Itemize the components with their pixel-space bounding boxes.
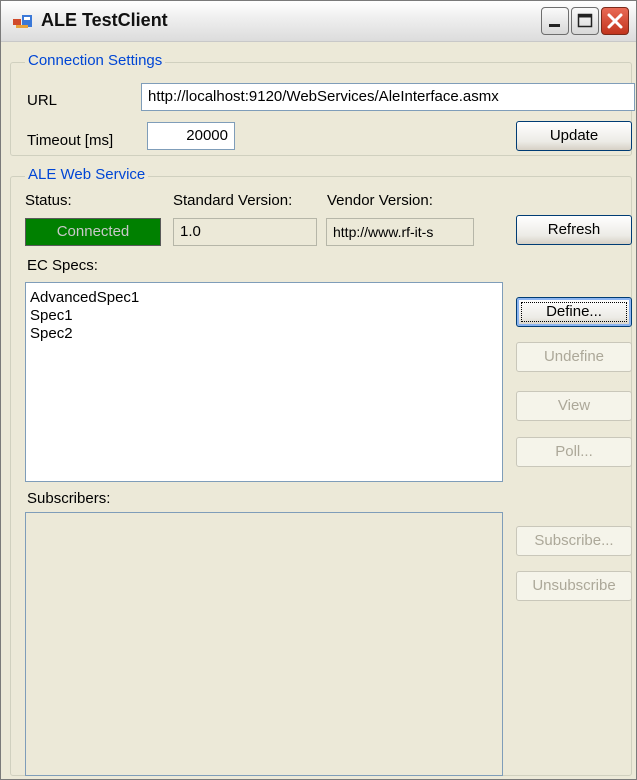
window-title: ALE TestClient (41, 10, 168, 30)
close-icon (607, 13, 623, 29)
focus-ring (521, 302, 627, 322)
subscribe-button[interactable]: Subscribe... (516, 526, 632, 556)
view-button[interactable]: View (516, 391, 632, 421)
minimize-icon (549, 24, 560, 27)
undefine-button[interactable]: Undefine (516, 342, 632, 372)
refresh-button[interactable]: Refresh (516, 215, 632, 245)
ec-specs-label: EC Specs: (27, 257, 98, 274)
subscribers-list[interactable] (25, 512, 503, 776)
timeout-field[interactable]: 20000 (147, 122, 235, 150)
client-area: Connection Settings URL http://localhost… (1, 42, 636, 779)
define-button[interactable]: Define... (516, 297, 632, 327)
unsubscribe-button[interactable]: Unsubscribe (516, 571, 632, 601)
standard-version-label: Standard Version: (173, 192, 293, 209)
timeout-label: Timeout [ms] (27, 132, 114, 149)
list-item[interactable]: Spec1 (30, 307, 498, 325)
app-icon (13, 15, 32, 28)
url-field[interactable]: http://localhost:9120/WebServices/AleInt… (141, 83, 635, 111)
maximize-button[interactable] (571, 7, 599, 35)
poll-button[interactable]: Poll... (516, 437, 632, 467)
ec-specs-list[interactable]: AdvancedSpec1 Spec1 Spec2 (25, 282, 503, 482)
vendor-version-label: Vendor Version: (327, 192, 433, 209)
maximize-icon (577, 13, 593, 28)
close-button[interactable] (601, 7, 629, 35)
subscribers-label: Subscribers: (27, 490, 111, 507)
standard-version-field: 1.0 (173, 218, 317, 246)
list-item[interactable]: AdvancedSpec1 (30, 289, 498, 307)
vendor-version-field: http://www.rf-it-s (326, 218, 474, 246)
main-window: ALE TestClient Connection Settings URL h… (0, 0, 637, 780)
list-item[interactable]: Spec2 (30, 325, 498, 343)
status-label: Status: (25, 192, 72, 209)
update-button[interactable]: Update (516, 121, 632, 151)
ale-web-service-legend: ALE Web Service (25, 166, 149, 184)
status-indicator: Connected (25, 218, 161, 246)
connection-settings-legend: Connection Settings (25, 52, 166, 70)
url-label: URL (27, 92, 58, 109)
minimize-button[interactable] (541, 7, 569, 35)
title-bar[interactable]: ALE TestClient (1, 1, 636, 42)
